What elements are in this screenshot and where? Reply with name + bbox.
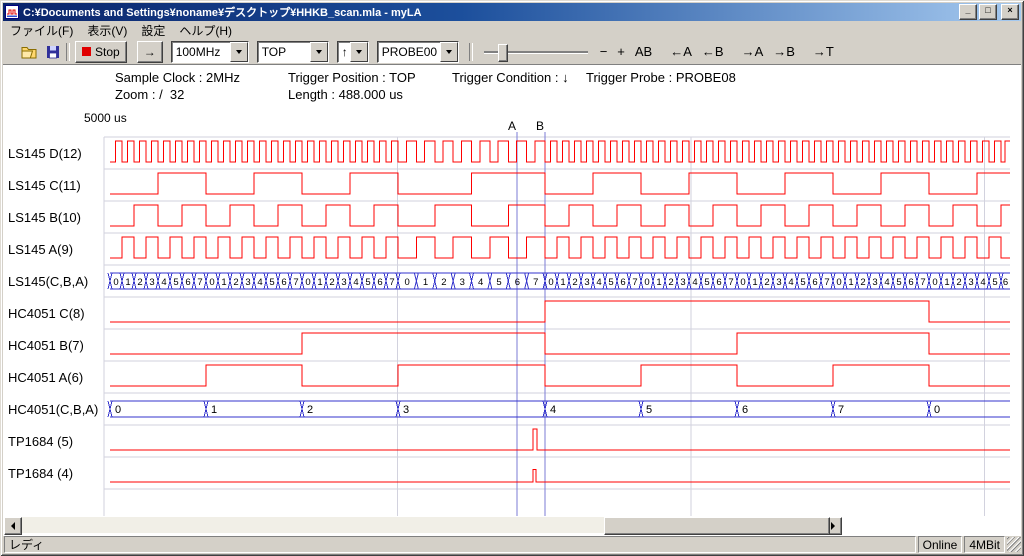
close-button[interactable]: × [1001, 4, 1019, 20]
toolbar-separator [469, 43, 473, 61]
trigger-condition-label: Trigger Condition : ↓ [452, 70, 569, 85]
arrow-right-icon [831, 522, 835, 530]
status-message: レディ [4, 536, 916, 553]
menu-file[interactable]: ファイル(F) [3, 20, 80, 41]
zoom-slider[interactable] [484, 42, 588, 62]
app-window: C:¥Documents and Settings¥noname¥デスクトップ¥… [0, 0, 1024, 556]
sample-clock-label: Sample Clock : 2MHz [115, 70, 240, 85]
clock-select[interactable]: 100MHz [171, 41, 249, 63]
set-marker-b-button[interactable]: →B [769, 43, 799, 60]
stop-button[interactable]: Stop [75, 41, 127, 63]
time-scale-label: 5000 us [84, 111, 127, 125]
length-label: Length : 488.000 us [288, 87, 403, 102]
trigger-position-label: Trigger Position : TOP [288, 70, 416, 85]
goto-trigger-button[interactable]: →T [809, 43, 838, 60]
waveform-panel [3, 64, 1021, 536]
resize-grip[interactable] [1007, 537, 1021, 552]
probe-select[interactable]: PROBE00 [377, 41, 459, 63]
menu-settings[interactable]: 設定 [134, 20, 172, 41]
zoom-label: Zoom : / 32 [115, 87, 184, 102]
trigger-probe-label: Trigger Probe : PROBE08 [586, 70, 736, 85]
status-memory: 4MBit [964, 536, 1005, 553]
zoom-in-button[interactable]: + [613, 43, 629, 60]
menu-help[interactable]: ヘルプ(H) [172, 20, 239, 41]
arrow-left-icon [11, 522, 15, 530]
save-icon[interactable] [45, 44, 61, 60]
trigger-edge-select[interactable]: ↑ [337, 41, 369, 63]
goto-marker-a-button[interactable]: ←A [666, 43, 696, 60]
maximize-button[interactable]: □ [979, 4, 997, 20]
open-file-icon[interactable] [21, 44, 37, 60]
zoom-out-button[interactable]: − [596, 43, 612, 60]
title-bar[interactable]: C:¥Documents and Settings¥noname¥デスクトップ¥… [3, 3, 1021, 21]
ab-button[interactable]: AB [631, 43, 656, 60]
stop-icon [82, 47, 91, 56]
menu-bar: ファイル(F) 表示(V) 設定 ヘルプ(H) [3, 21, 1021, 39]
set-marker-a-button[interactable]: →A [738, 43, 768, 60]
scroll-left-button[interactable] [4, 517, 22, 535]
chevron-down-icon[interactable] [440, 42, 458, 62]
scrollbar-track[interactable] [22, 517, 824, 533]
toolbar: Stop → 100MHz TOP ↑ PROBE00 − + AB ←A ←B… [3, 39, 1021, 65]
run-button[interactable]: → [137, 41, 163, 63]
window-title: C:¥Documents and Settings¥noname¥デスクトップ¥… [23, 4, 959, 20]
menu-view[interactable]: 表示(V) [80, 20, 134, 41]
trigger-position-select[interactable]: TOP [257, 41, 329, 63]
scrollbar-thumb[interactable] [604, 517, 830, 535]
toolbar-separator [66, 43, 70, 61]
slider-thumb[interactable] [498, 44, 508, 62]
chevron-down-icon[interactable] [230, 42, 248, 62]
horizontal-scrollbar[interactable] [4, 517, 842, 533]
chevron-down-icon[interactable] [350, 42, 368, 62]
app-icon [5, 5, 19, 19]
status-bar: レディ Online 4MBit [3, 536, 1021, 553]
status-online: Online [918, 536, 963, 553]
chevron-down-icon[interactable] [310, 42, 328, 62]
goto-marker-b-button[interactable]: ←B [698, 43, 728, 60]
minimize-button[interactable]: _ [959, 4, 977, 20]
